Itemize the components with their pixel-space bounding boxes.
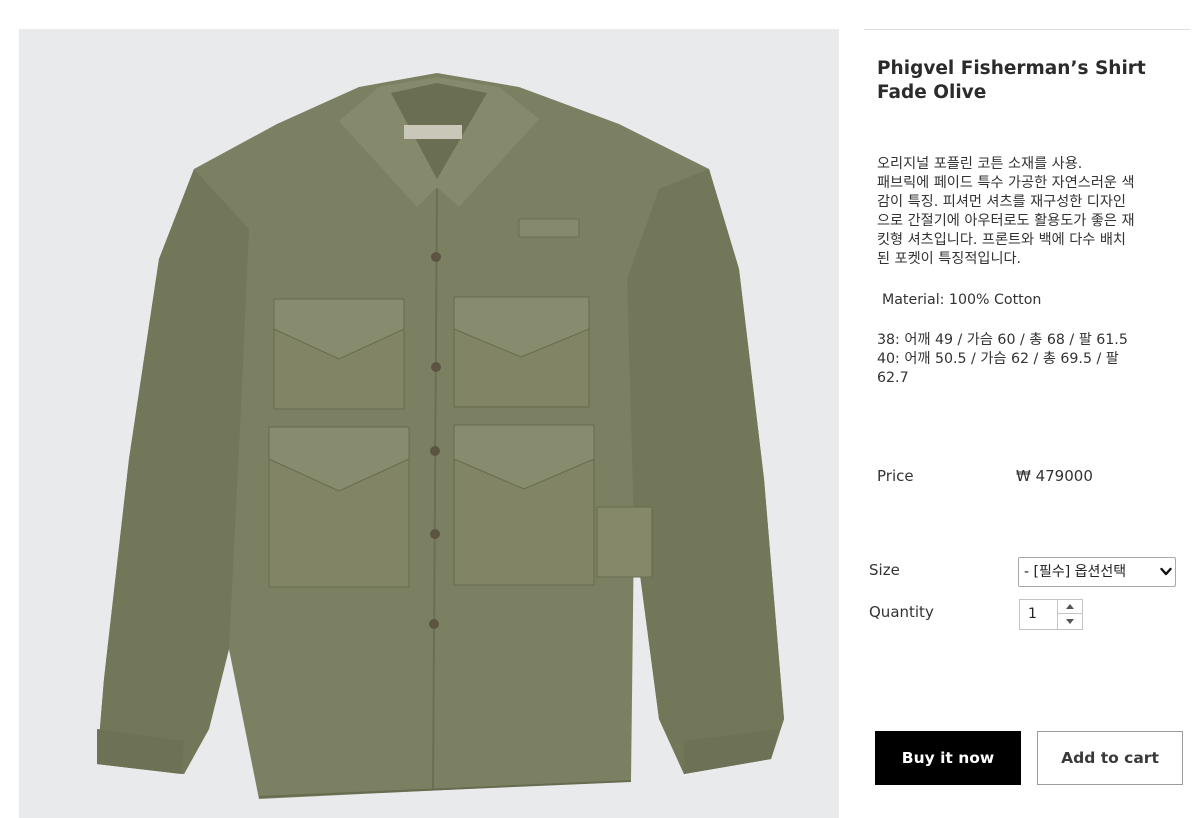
product-title: Phigvel Fisherman’s Shirt Fade Olive — [877, 57, 1177, 105]
caret-down-icon — [1066, 619, 1074, 624]
caret-up-icon — [1066, 604, 1074, 609]
description-line: 킷형 셔츠입니다. 프론트와 백에 다수 배치 — [877, 232, 1126, 248]
olive-shirt-illustration — [97, 73, 784, 799]
add-to-cart-button[interactable]: Add to cart — [1037, 731, 1183, 785]
size-chart-line: 62.7 — [877, 370, 909, 386]
buy-now-button[interactable]: Buy it now — [875, 731, 1021, 785]
description-line: 된 포켓이 특징적입니다. — [877, 251, 1022, 267]
quantity-label: Quantity — [869, 603, 934, 621]
price-label: Price — [877, 467, 914, 485]
product-material: Material: 100% Cotton — [882, 292, 1042, 308]
size-label: Size — [869, 561, 900, 579]
quantity-increase-button[interactable] — [1058, 600, 1082, 614]
product-image — [19, 29, 839, 818]
product-size-chart: 38: 어깨 49 / 가슴 60 / 총 68 / 팔 61.5 40: 어깨… — [877, 331, 1187, 388]
chevron-down-icon — [1160, 567, 1172, 576]
description-line: 감이 특징. 피셔먼 셔츠를 재구성한 디자인 — [877, 194, 1126, 210]
size-select-value: - [필수] 옵션선택 — [1024, 564, 1127, 580]
size-select[interactable]: - [필수] 옵션선택 — [1018, 557, 1176, 587]
quantity-stepper: 1 — [1019, 599, 1083, 630]
price-value: ₩ 479000 — [1016, 467, 1093, 485]
top-divider — [864, 29, 1190, 30]
product-description: 오리지널 포플린 코튼 소재를 사용. 패브릭에 페이드 특수 가공한 자연스러… — [877, 155, 1187, 269]
product-title-line2: Fade Olive — [877, 82, 987, 103]
quantity-decrease-button[interactable] — [1058, 615, 1082, 629]
quantity-input[interactable]: 1 — [1028, 606, 1037, 622]
product-title-line1: Phigvel Fisherman’s Shirt — [877, 58, 1146, 79]
size-chart-line: 40: 어깨 50.5 / 가슴 62 / 총 69.5 / 팔 — [877, 351, 1119, 367]
description-line: 패브릭에 페이드 특수 가공한 자연스러운 색 — [877, 175, 1135, 191]
size-chart-line: 38: 어깨 49 / 가슴 60 / 총 68 / 팔 61.5 — [877, 332, 1128, 348]
description-line: 으로 간절기에 아우터로도 활용도가 좋은 재 — [877, 213, 1135, 229]
description-line: 오리지널 포플린 코튼 소재를 사용. — [877, 156, 1083, 172]
